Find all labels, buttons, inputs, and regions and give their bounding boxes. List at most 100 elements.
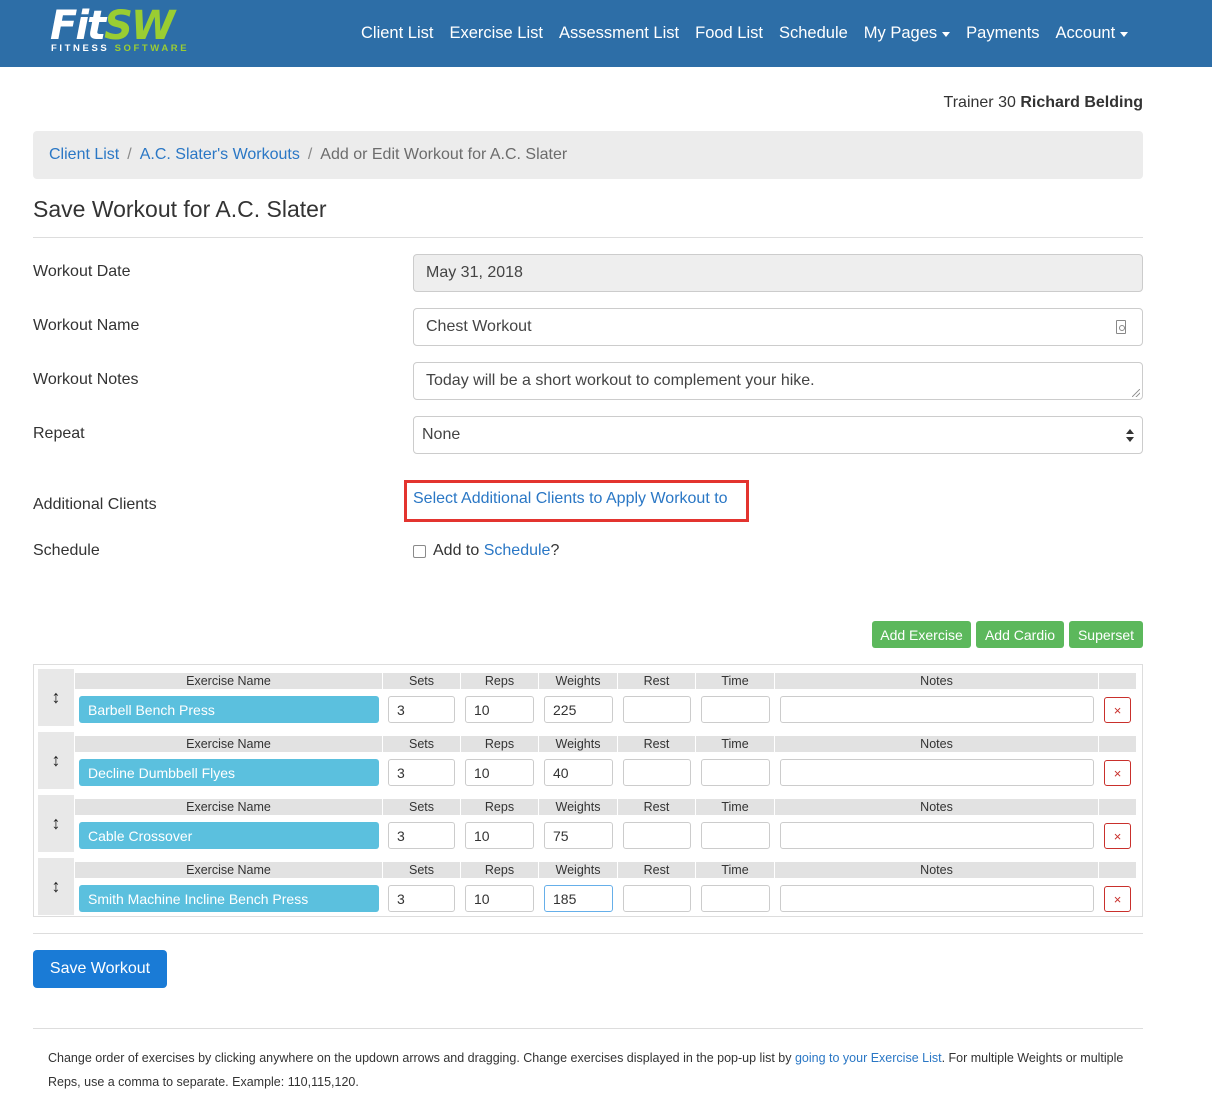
notes-input[interactable]	[780, 759, 1094, 786]
drag-updown-icon[interactable]: ↕	[38, 858, 74, 915]
column-header-reps: Reps	[461, 862, 539, 878]
divider	[33, 1028, 1143, 1029]
exercise-name-button[interactable]: Barbell Bench Press	[79, 696, 379, 723]
resize-grip-icon[interactable]	[1132, 389, 1140, 397]
workout-date-label: Workout Date	[33, 263, 131, 280]
page-title: Save Workout for A.C. Slater	[33, 196, 327, 222]
rest-input[interactable]	[623, 696, 691, 723]
save-workout-button[interactable]: Save Workout	[33, 950, 167, 988]
schedule-link[interactable]: Schedule	[484, 542, 551, 560]
time-input[interactable]	[701, 885, 770, 912]
notes-input[interactable]	[780, 696, 1094, 723]
workout-name-label: Workout Name	[33, 317, 140, 334]
repeat-select[interactable]: None	[413, 416, 1143, 454]
nav-assessment-list[interactable]: Assessment List	[551, 24, 687, 43]
column-header-rest: Rest	[618, 799, 696, 815]
add-to-schedule-checkbox[interactable]	[413, 544, 426, 558]
column-header-weights: Weights	[539, 736, 618, 752]
column-header-name: Exercise Name	[75, 862, 383, 878]
exercise-list-link[interactable]: going to your Exercise List	[795, 1051, 942, 1065]
superset-button[interactable]: Superset	[1069, 621, 1143, 648]
workout-notes-label: Workout Notes	[33, 371, 139, 388]
fitsw-logo[interactable]: FitSW FITNESS SOFTWARE	[48, 4, 208, 58]
nav-payments[interactable]: Payments	[958, 24, 1047, 43]
column-header-weights: Weights	[539, 799, 618, 815]
exercise-row-header: Exercise Name Sets Reps Weights Rest Time Note…	[75, 673, 1137, 689]
column-header-notes: Notes	[775, 673, 1099, 689]
trainer-info: Trainer 30 Richard Belding	[943, 94, 1143, 111]
breadcrumb-separator: /	[307, 146, 313, 163]
trainer-name: Richard Belding	[1020, 94, 1143, 111]
rest-input[interactable]	[623, 885, 691, 912]
notes-input[interactable]	[780, 822, 1094, 849]
reps-input[interactable]: 10	[465, 885, 534, 912]
exercise-row-header: Exercise Name Sets Reps Weights Rest Time Note…	[75, 862, 1137, 878]
workout-name-input[interactable]: Chest Workout	[413, 308, 1143, 346]
drag-updown-icon[interactable]: ↕	[38, 795, 74, 852]
exercise-name-button[interactable]: Cable Crossover	[79, 822, 379, 849]
sets-input[interactable]: 3	[388, 696, 455, 723]
weights-input[interactable]: 40	[544, 759, 613, 786]
exercise-list: ↕ Exercise Name Sets Reps Weights Rest Time Not…	[33, 664, 1143, 917]
reps-input[interactable]: 10	[465, 759, 534, 786]
repeat-label: Repeat	[33, 425, 85, 442]
add-cardio-button[interactable]: Add Cardio	[976, 621, 1064, 648]
delete-exercise-button[interactable]: ×	[1104, 697, 1131, 723]
add-exercise-button[interactable]: Add Exercise	[872, 621, 971, 648]
help-note: Change order of exercises by clicking an…	[48, 1051, 1124, 1089]
sets-input[interactable]: 3	[388, 885, 455, 912]
reps-input[interactable]: 10	[465, 696, 534, 723]
column-header-reps: Reps	[461, 736, 539, 752]
time-input[interactable]	[701, 759, 770, 786]
drag-updown-icon[interactable]: ↕	[38, 732, 74, 789]
column-header-notes: Notes	[775, 736, 1099, 752]
nav-exercise-list[interactable]: Exercise List	[441, 24, 551, 43]
autofill-key-icon[interactable]	[1116, 320, 1126, 334]
column-header-sets: Sets	[383, 673, 461, 689]
nav-client-list[interactable]: Client List	[353, 24, 441, 43]
breadcrumb-client-list[interactable]: Client List	[49, 146, 119, 164]
time-input[interactable]	[701, 822, 770, 849]
exercise-row: ↕ Exercise Name Sets Reps Weights Rest Time Not…	[38, 732, 1137, 789]
rest-input[interactable]	[623, 822, 691, 849]
delete-exercise-button[interactable]: ×	[1104, 760, 1131, 786]
nav-food-list[interactable]: Food List	[687, 24, 771, 43]
weights-input[interactable]: 75	[544, 822, 613, 849]
time-input[interactable]	[701, 696, 770, 723]
select-arrows-icon	[1126, 428, 1134, 444]
exercise-row-header: Exercise Name Sets Reps Weights Rest Time Note…	[75, 799, 1137, 815]
rest-input[interactable]	[623, 759, 691, 786]
sets-input[interactable]: 3	[388, 759, 455, 786]
column-header-weights: Weights	[539, 673, 618, 689]
column-header-weights: Weights	[539, 862, 618, 878]
schedule-label: Schedule	[33, 542, 100, 559]
select-additional-clients-link[interactable]: Select Additional Clients to Apply Worko…	[413, 490, 728, 508]
nav-schedule[interactable]: Schedule	[771, 24, 856, 43]
delete-exercise-button[interactable]: ×	[1104, 823, 1131, 849]
weights-input[interactable]: 225	[544, 696, 613, 723]
drag-updown-icon[interactable]: ↕	[38, 669, 74, 726]
weights-input[interactable]: 185	[544, 885, 613, 912]
exercise-name-button[interactable]: Smith Machine Incline Bench Press	[79, 885, 379, 912]
reps-input[interactable]: 10	[465, 822, 534, 849]
additional-clients-label: Additional Clients	[33, 496, 157, 513]
breadcrumb-client-workouts[interactable]: A.C. Slater's Workouts	[140, 146, 300, 164]
top-navbar: FitSW FITNESS SOFTWARE Client List Exerc…	[0, 0, 1212, 67]
nav-my-pages-dropdown[interactable]: My Pages	[856, 24, 958, 43]
sets-input[interactable]: 3	[388, 822, 455, 849]
caret-down-icon	[1120, 32, 1129, 37]
column-header-sets: Sets	[383, 862, 461, 878]
workout-date-field[interactable]: May 31, 2018	[413, 254, 1143, 292]
breadcrumb: Client List / A.C. Slater's Workouts / A…	[33, 131, 1143, 179]
column-header-rest: Rest	[618, 736, 696, 752]
notes-input[interactable]	[780, 885, 1094, 912]
workout-notes-textarea[interactable]: Today will be a short workout to complem…	[413, 362, 1143, 400]
column-header-sets: Sets	[383, 799, 461, 815]
delete-exercise-button[interactable]: ×	[1104, 886, 1131, 912]
exercise-name-button[interactable]: Decline Dumbbell Flyes	[79, 759, 379, 786]
breadcrumb-separator: /	[127, 146, 132, 163]
add-to-schedule-row: Add to Schedule?	[413, 542, 559, 560]
column-header-name: Exercise Name	[75, 736, 383, 752]
nav-menu: Client List Exercise List Assessment Lis…	[353, 0, 1136, 67]
nav-account-dropdown[interactable]: Account	[1048, 24, 1137, 43]
